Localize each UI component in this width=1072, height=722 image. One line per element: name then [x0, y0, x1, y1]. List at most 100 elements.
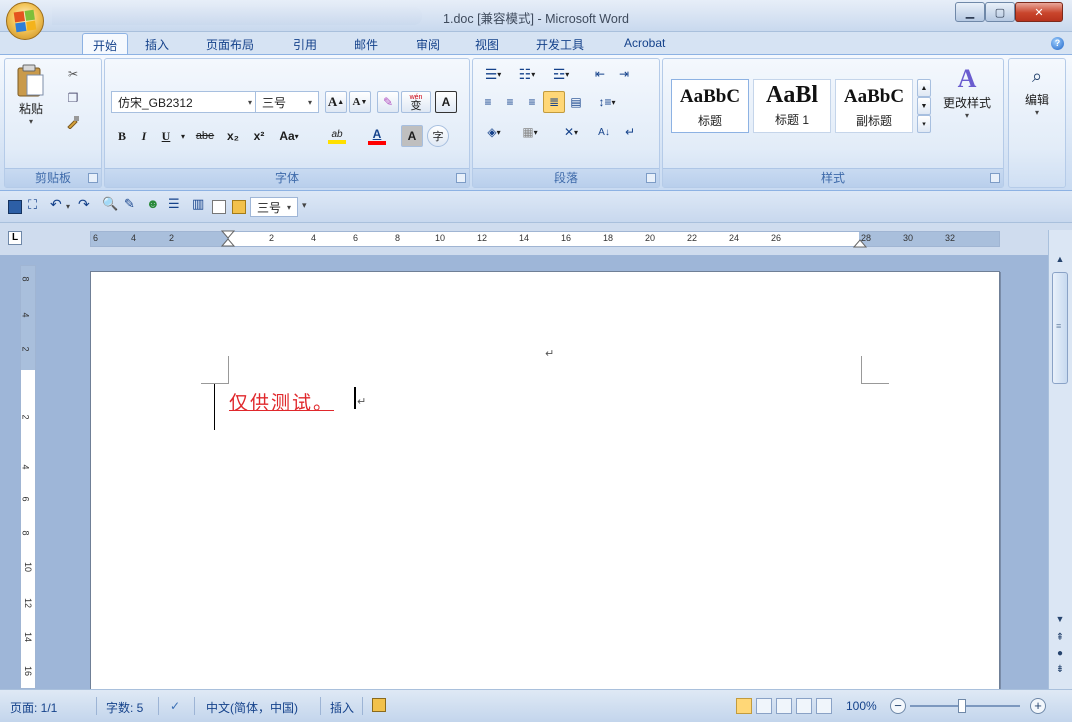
sort-button[interactable]: A↓: [593, 121, 615, 143]
show-marks-button[interactable]: ↵: [619, 121, 641, 143]
office-button[interactable]: [6, 2, 44, 40]
font-launcher-icon[interactable]: [456, 173, 466, 183]
zoom-slider-thumb[interactable]: [958, 699, 966, 713]
underline-button[interactable]: U: [155, 125, 177, 147]
style-item[interactable]: AaBbC 副标题: [835, 79, 913, 133]
font-name-combobox[interactable]: 仿宋_GB2312 ▾: [111, 91, 259, 113]
numbering-button[interactable]: ☷ ▾: [511, 63, 543, 85]
insert-mode[interactable]: 插入: [330, 699, 354, 716]
editing-button[interactable]: ⌕ 编辑 ▾: [1015, 65, 1059, 145]
font-size-combobox[interactable]: 三号 ▾: [255, 91, 319, 113]
horizontal-ruler[interactable]: 6 4 2 2 4 6 8 10 12 14 16 18 20 22 24 26…: [90, 230, 1000, 248]
grow-font-button[interactable]: A ▲: [325, 91, 347, 113]
zoom-in-icon[interactable]: +: [1030, 698, 1046, 714]
character-shading-button[interactable]: A: [401, 125, 423, 147]
previous-page-icon[interactable]: ⇞: [1052, 632, 1068, 646]
justify-button[interactable]: ≣: [543, 91, 565, 113]
change-case-button[interactable]: Aa ▾: [273, 125, 305, 147]
bullets-button[interactable]: ☰ ▾: [477, 63, 509, 85]
scroll-down-icon[interactable]: ▼: [1052, 614, 1068, 628]
strikethrough-button[interactable]: abe: [191, 125, 219, 147]
style-item[interactable]: AaBbC 标题: [671, 79, 749, 133]
borders-button[interactable]: ▦ ▾: [513, 121, 547, 143]
print-layout-view-icon[interactable]: [736, 698, 752, 714]
italic-button[interactable]: I: [133, 125, 155, 147]
underline-dropdown-icon[interactable]: ▾: [177, 125, 189, 147]
phonetic-guide-button[interactable]: wén 变: [401, 91, 431, 113]
align-center-button[interactable]: ≡: [499, 91, 521, 113]
tab-mailings[interactable]: 邮件: [354, 36, 378, 53]
document-text[interactable]: 仅供测试。: [229, 388, 334, 415]
bold-button[interactable]: B: [111, 125, 133, 147]
increase-indent-button[interactable]: ⇥: [613, 63, 635, 85]
close-button[interactable]: ✕: [1015, 2, 1063, 22]
shrink-font-button[interactable]: A ▼: [349, 91, 371, 113]
paste-dropdown-icon[interactable]: ▾: [29, 117, 33, 126]
word-count[interactable]: 字数: 5: [106, 699, 143, 716]
outline-view-icon[interactable]: [796, 698, 812, 714]
cut-button[interactable]: ✂: [61, 63, 85, 85]
multilevel-list-button[interactable]: ☲ ▾: [545, 63, 577, 85]
customize-qat-icon[interactable]: ▾: [302, 200, 316, 214]
copy-button[interactable]: ❐: [61, 87, 85, 109]
styles-scroll-up-icon[interactable]: ▲: [917, 79, 931, 97]
maximize-button[interactable]: ▢: [985, 2, 1015, 22]
shading-button[interactable]: ◈ ▾: [477, 121, 511, 143]
tab-references[interactable]: 引用: [293, 36, 317, 53]
print-preview-icon[interactable]: 🔍: [102, 196, 118, 211]
new-document-icon[interactable]: [212, 200, 226, 214]
styles-launcher-icon[interactable]: [990, 173, 1000, 183]
vertical-scrollbar[interactable]: ▲ ≡ ▼ ⇞ ● ⇟: [1048, 230, 1072, 689]
tab-acrobat[interactable]: Acrobat: [624, 36, 665, 50]
tab-insert[interactable]: 插入: [145, 36, 169, 53]
minimize-button[interactable]: ▁: [955, 2, 985, 22]
save-icon[interactable]: [8, 200, 22, 214]
highlight-color-button[interactable]: ab: [319, 125, 355, 147]
paste-button[interactable]: 粘贴 ▾: [9, 63, 53, 145]
right-indent-marker-icon[interactable]: [853, 238, 867, 248]
subscript-button[interactable]: x₂: [221, 125, 245, 147]
font-color-button[interactable]: A: [359, 125, 395, 147]
proofing-icon[interactable]: ✓: [170, 699, 180, 713]
styles-more-icon[interactable]: ▾: [917, 115, 931, 133]
macro-record-icon[interactable]: [372, 698, 386, 712]
styles-scroll-down-icon[interactable]: ▼: [917, 97, 931, 115]
scroll-up-icon[interactable]: ▲: [1052, 254, 1068, 268]
page-indicator[interactable]: 页面: 1/1: [10, 699, 57, 716]
document-page[interactable]: ↵ 仅供测试。 ↵: [90, 271, 1000, 689]
align-left-button[interactable]: ≡: [477, 91, 499, 113]
open-folder-icon[interactable]: [232, 200, 246, 214]
tab-review[interactable]: 审阅: [416, 36, 440, 53]
org-chart-icon[interactable]: ⛶: [28, 197, 42, 212]
full-screen-reading-view-icon[interactable]: [756, 698, 772, 714]
book-icon[interactable]: ▥: [192, 196, 206, 211]
language-indicator[interactable]: 中文(简体，中国): [206, 699, 298, 716]
tab-page-layout[interactable]: 页面布局: [206, 36, 254, 53]
web-layout-view-icon[interactable]: [776, 698, 792, 714]
decrease-indent-button[interactable]: ⇤: [589, 63, 611, 85]
clipboard-launcher-icon[interactable]: [88, 173, 98, 183]
draft-view-icon[interactable]: [816, 698, 832, 714]
zoom-level[interactable]: 100%: [846, 699, 877, 713]
tab-developer[interactable]: 开发工具: [536, 36, 584, 53]
tab-view[interactable]: 视图: [475, 36, 499, 53]
vertical-ruler[interactable]: 8 4 2 2 4 6 8 10 12 14 16: [20, 265, 36, 689]
scroll-thumb[interactable]: ≡: [1052, 272, 1068, 384]
line-spacing-button[interactable]: ↕≡ ▾: [591, 91, 623, 113]
undo-icon[interactable]: ↶: [50, 196, 64, 212]
format-painter-button[interactable]: [61, 111, 85, 133]
align-right-button[interactable]: ≡: [521, 91, 543, 113]
next-page-icon[interactable]: ⇟: [1052, 664, 1068, 678]
clear-formatting-button[interactable]: ✎: [377, 91, 399, 113]
style-item[interactable]: AaBl 标题 1: [753, 79, 831, 133]
chinese-layout-button[interactable]: ✕ ▾: [553, 121, 589, 143]
list-icon[interactable]: ☰: [168, 196, 182, 211]
tab-selector[interactable]: L: [8, 231, 22, 245]
qat-font-size-combobox[interactable]: 三号 ▾: [250, 197, 298, 217]
user-icon[interactable]: ☻: [146, 196, 160, 211]
browse-object-icon[interactable]: ●: [1052, 648, 1068, 662]
distributed-button[interactable]: ▤: [565, 91, 587, 113]
help-icon[interactable]: ?: [1051, 37, 1064, 50]
redo-icon[interactable]: ↷: [78, 196, 92, 212]
change-styles-button[interactable]: A 更改样式 ▾: [937, 63, 997, 147]
